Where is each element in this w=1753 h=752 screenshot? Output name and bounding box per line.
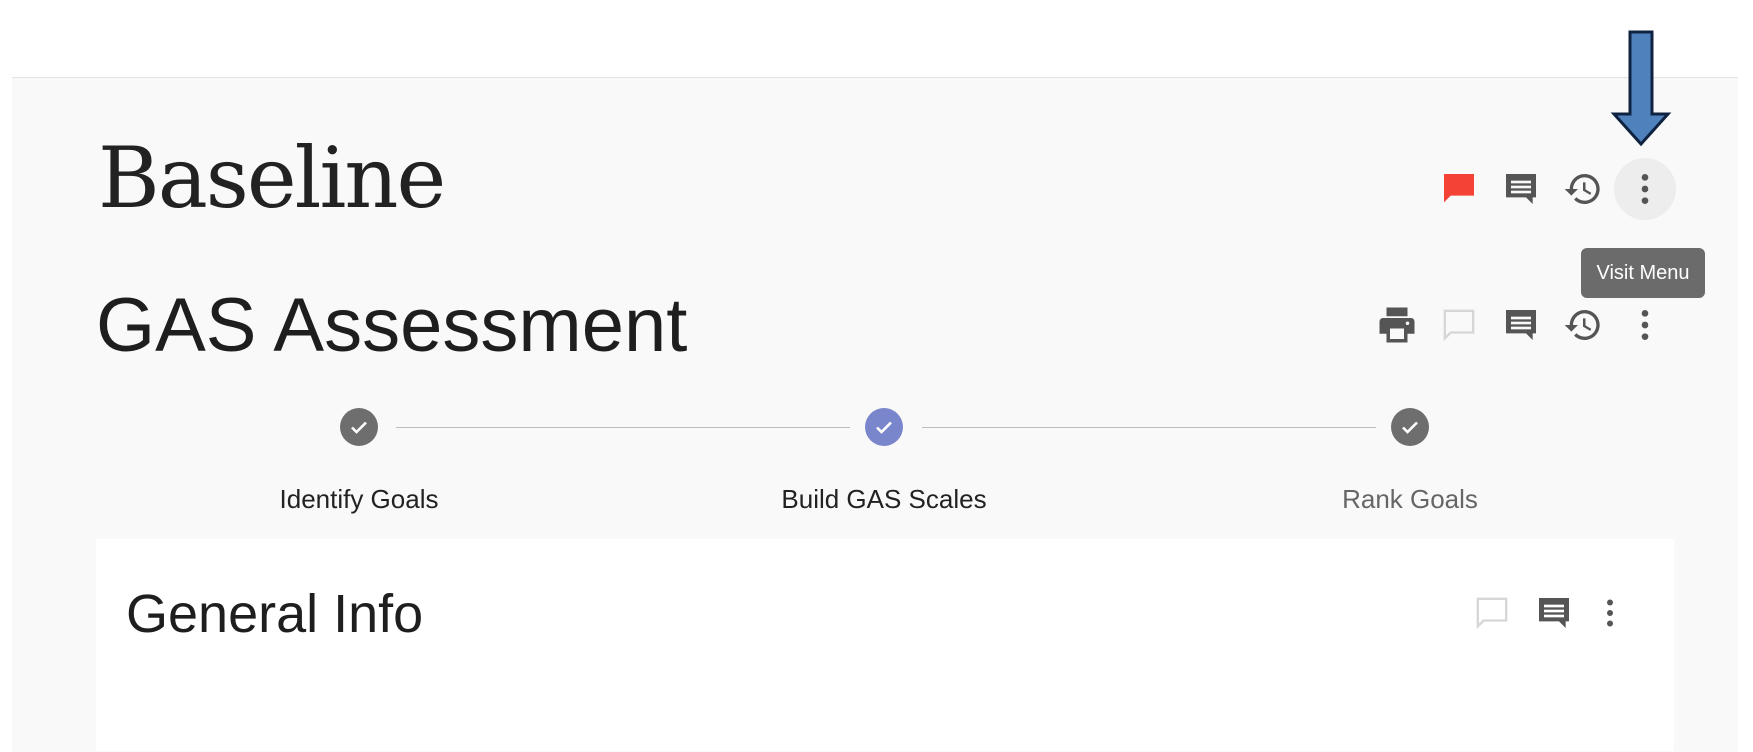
page-toolbar bbox=[1428, 158, 1676, 220]
assessment-toolbar bbox=[1366, 294, 1676, 356]
more-options-button[interactable] bbox=[1585, 582, 1635, 644]
history-icon bbox=[1564, 174, 1600, 204]
comment-outline-icon bbox=[1476, 597, 1508, 630]
more-vert-icon bbox=[1641, 174, 1649, 204]
check-icon bbox=[1402, 421, 1418, 434]
check-icon bbox=[351, 421, 367, 434]
step-label-rank-goals[interactable]: Rank Goals bbox=[1342, 484, 1478, 515]
general-info-card: General Info bbox=[96, 539, 1674, 751]
check-icon bbox=[876, 421, 892, 434]
comments-button[interactable] bbox=[1490, 158, 1552, 220]
comments-button[interactable] bbox=[1490, 294, 1552, 356]
step-label-build-gas-scales[interactable]: Build GAS Scales bbox=[781, 484, 986, 515]
history-button[interactable] bbox=[1552, 158, 1614, 220]
step-rank-goals-indicator[interactable] bbox=[1391, 408, 1429, 446]
step-build-gas-scales-indicator[interactable] bbox=[865, 408, 903, 446]
more-vert-icon bbox=[1607, 599, 1613, 627]
assessment-title: GAS Assessment bbox=[96, 283, 688, 368]
comment-icon bbox=[1506, 310, 1536, 340]
comment-outline-icon bbox=[1443, 309, 1475, 342]
stepper-connector bbox=[396, 427, 850, 428]
section-title: General Info bbox=[126, 584, 424, 644]
flag-icon bbox=[1444, 174, 1474, 203]
add-comment-button[interactable] bbox=[1461, 582, 1523, 644]
step-identify-goals-indicator[interactable] bbox=[340, 408, 378, 446]
print-icon bbox=[1379, 307, 1415, 343]
comment-icon bbox=[1506, 174, 1536, 204]
step-label-identify-goals[interactable]: Identify Goals bbox=[280, 484, 439, 515]
print-button[interactable] bbox=[1366, 294, 1428, 356]
visit-menu-tooltip: Visit Menu bbox=[1581, 248, 1705, 298]
section-toolbar bbox=[1461, 582, 1635, 644]
stepper-connector bbox=[922, 427, 1376, 428]
comments-button[interactable] bbox=[1523, 582, 1585, 644]
comment-icon bbox=[1539, 598, 1569, 628]
page-title: Baseline bbox=[98, 129, 446, 227]
visit-menu-button[interactable] bbox=[1614, 158, 1676, 220]
history-icon bbox=[1564, 310, 1600, 340]
more-options-button[interactable] bbox=[1614, 294, 1676, 356]
history-button[interactable] bbox=[1552, 294, 1614, 356]
more-vert-icon bbox=[1641, 310, 1649, 340]
add-comment-button[interactable] bbox=[1428, 294, 1490, 356]
annotation-arrow-icon bbox=[1610, 30, 1672, 147]
flag-button[interactable] bbox=[1428, 158, 1490, 220]
